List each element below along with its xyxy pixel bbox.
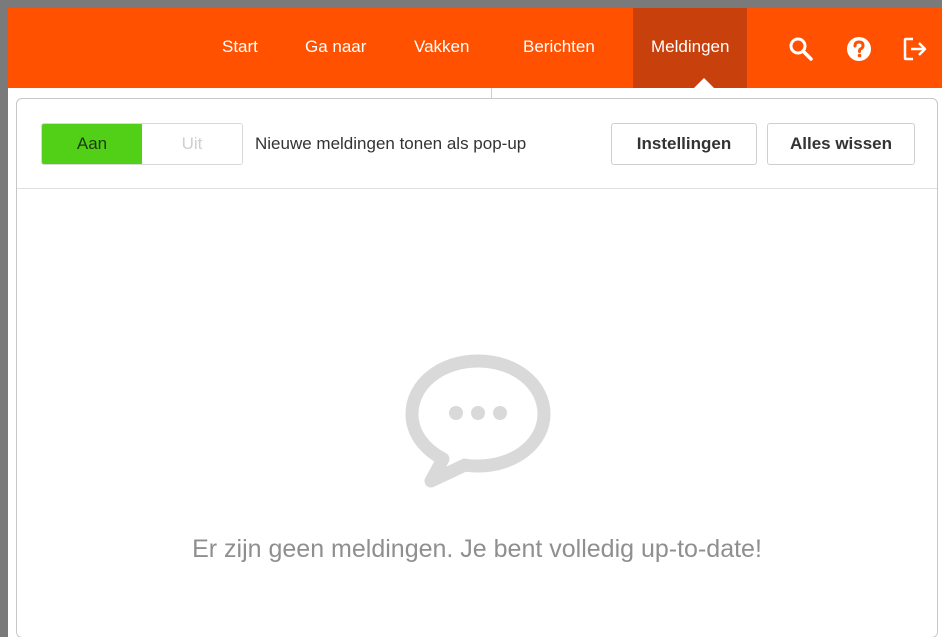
toggle-on-option[interactable]: Aan [42, 124, 142, 164]
nav-item-start[interactable]: Start [222, 8, 258, 88]
empty-state-message: Er zijn geen meldingen. Je bent volledig… [192, 535, 762, 563]
settings-button[interactable]: Instellingen [611, 123, 757, 165]
speech-bubble-icon [403, 349, 553, 489]
notifications-toolbar: Aan Uit Nieuwe meldingen tonen als pop-u… [17, 99, 937, 189]
popup-toggle[interactable]: Aan Uit [41, 123, 243, 165]
toggle-off-option[interactable]: Uit [142, 124, 242, 164]
nav-item-vakken[interactable]: Vakken [414, 8, 469, 88]
nav-item-ga-naar[interactable]: Ga naar [305, 8, 366, 88]
clear-all-button[interactable]: Alles wissen [767, 123, 915, 165]
popup-label: Nieuwe meldingen tonen als pop-up [255, 134, 527, 153]
popover-caret [692, 78, 716, 90]
notifications-panel: Aan Uit Nieuwe meldingen tonen als pop-u… [16, 98, 938, 637]
help-icon[interactable] [846, 36, 872, 62]
search-icon[interactable] [788, 36, 814, 62]
top-navigation-bar: Start Ga naar Vakken Berichten Meldingen [8, 8, 942, 88]
nav-item-berichten[interactable]: Berichten [523, 8, 595, 88]
nav-item-meldingen[interactable]: Meldingen [633, 8, 748, 88]
app-window: Start Ga naar Vakken Berichten Meldingen [8, 8, 942, 637]
logout-icon[interactable] [902, 36, 928, 62]
